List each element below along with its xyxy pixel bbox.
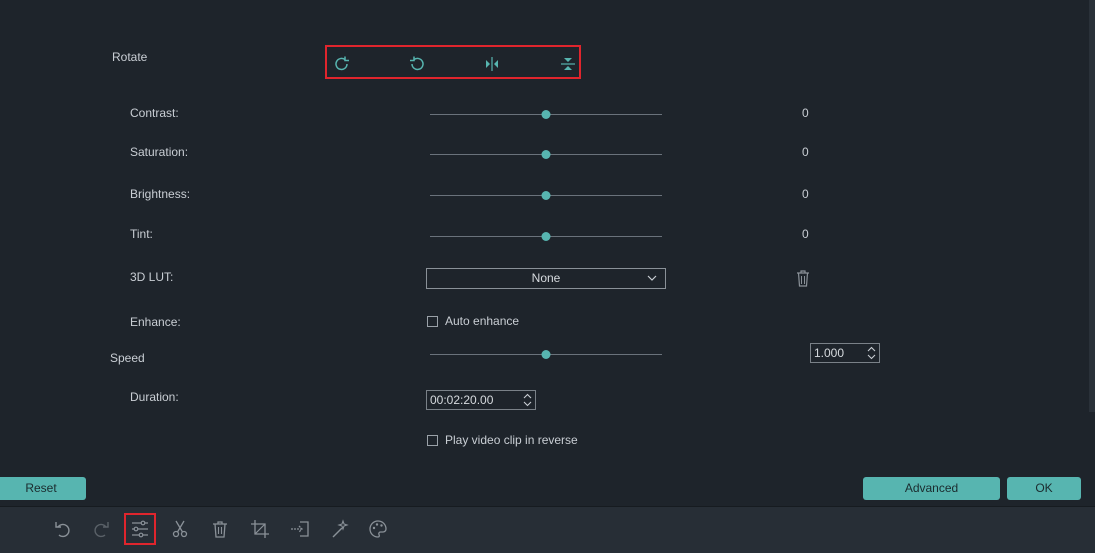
color-palette-icon[interactable] [368, 519, 388, 539]
tint-slider[interactable] [430, 231, 662, 243]
bottom-toolbar [0, 506, 1095, 553]
duration-value: 00:02:20.00 [430, 393, 494, 407]
rotate-counterclockwise-icon[interactable] [408, 55, 426, 73]
spinner-icon[interactable] [523, 393, 532, 407]
enhance-label: Enhance: [130, 315, 181, 329]
contrast-label: Contrast: [130, 106, 179, 120]
slider-thumb[interactable] [541, 110, 551, 119]
flip-vertical-icon[interactable] [559, 55, 577, 73]
auto-enhance-checkbox[interactable] [427, 316, 438, 327]
adjust-icon[interactable] [130, 519, 150, 539]
lut-select[interactable]: None [426, 268, 666, 289]
rotate-toolbar [325, 45, 581, 79]
contrast-value: 0 [802, 106, 809, 120]
rotate-clockwise-icon[interactable] [333, 55, 351, 73]
tint-value: 0 [802, 227, 809, 241]
slider-thumb[interactable] [541, 150, 551, 159]
slider-thumb[interactable] [541, 350, 551, 359]
ok-button[interactable]: OK [1007, 477, 1081, 500]
scrollbar[interactable] [1089, 0, 1095, 412]
flip-horizontal-icon[interactable] [483, 55, 501, 73]
rotate-label: Rotate [112, 50, 148, 64]
trash-icon[interactable] [795, 269, 811, 287]
brightness-slider[interactable] [430, 190, 662, 202]
speed-label: Speed [110, 351, 145, 365]
crop-icon[interactable] [250, 519, 270, 539]
duration-input[interactable]: 00:02:20.00 [426, 390, 536, 410]
reverse-checkbox[interactable] [427, 435, 438, 446]
brightness-label: Brightness: [130, 187, 191, 201]
speed-value: 1.000 [814, 346, 845, 360]
speed-slider[interactable] [430, 349, 662, 361]
reset-button[interactable]: Reset [0, 477, 86, 500]
saturation-label: Saturation: [130, 145, 189, 159]
chevron-down-icon [647, 275, 657, 281]
spinner-icon[interactable] [867, 346, 876, 360]
cut-icon[interactable] [170, 519, 190, 539]
saturation-value: 0 [802, 145, 809, 159]
contrast-slider[interactable] [430, 109, 662, 121]
slider-thumb[interactable] [541, 232, 551, 241]
undo-icon[interactable] [53, 519, 73, 539]
brightness-value: 0 [802, 187, 809, 201]
effect-icon[interactable] [330, 519, 350, 539]
duration-label: Duration: [130, 390, 179, 404]
delete-icon[interactable] [210, 519, 230, 539]
advanced-button[interactable]: Advanced [863, 477, 1000, 500]
lut-selected-value: None [531, 271, 561, 285]
auto-enhance-label: Auto enhance [445, 314, 520, 328]
saturation-slider[interactable] [430, 149, 662, 161]
speed-input[interactable]: 1.000 [810, 343, 880, 363]
lut-label: 3D LUT: [130, 270, 174, 284]
slider-thumb[interactable] [541, 191, 551, 200]
tint-label: Tint: [130, 227, 153, 241]
redo-icon[interactable] [91, 519, 111, 539]
reverse-label: Play video clip in reverse [445, 433, 578, 447]
split-icon[interactable] [290, 519, 310, 539]
